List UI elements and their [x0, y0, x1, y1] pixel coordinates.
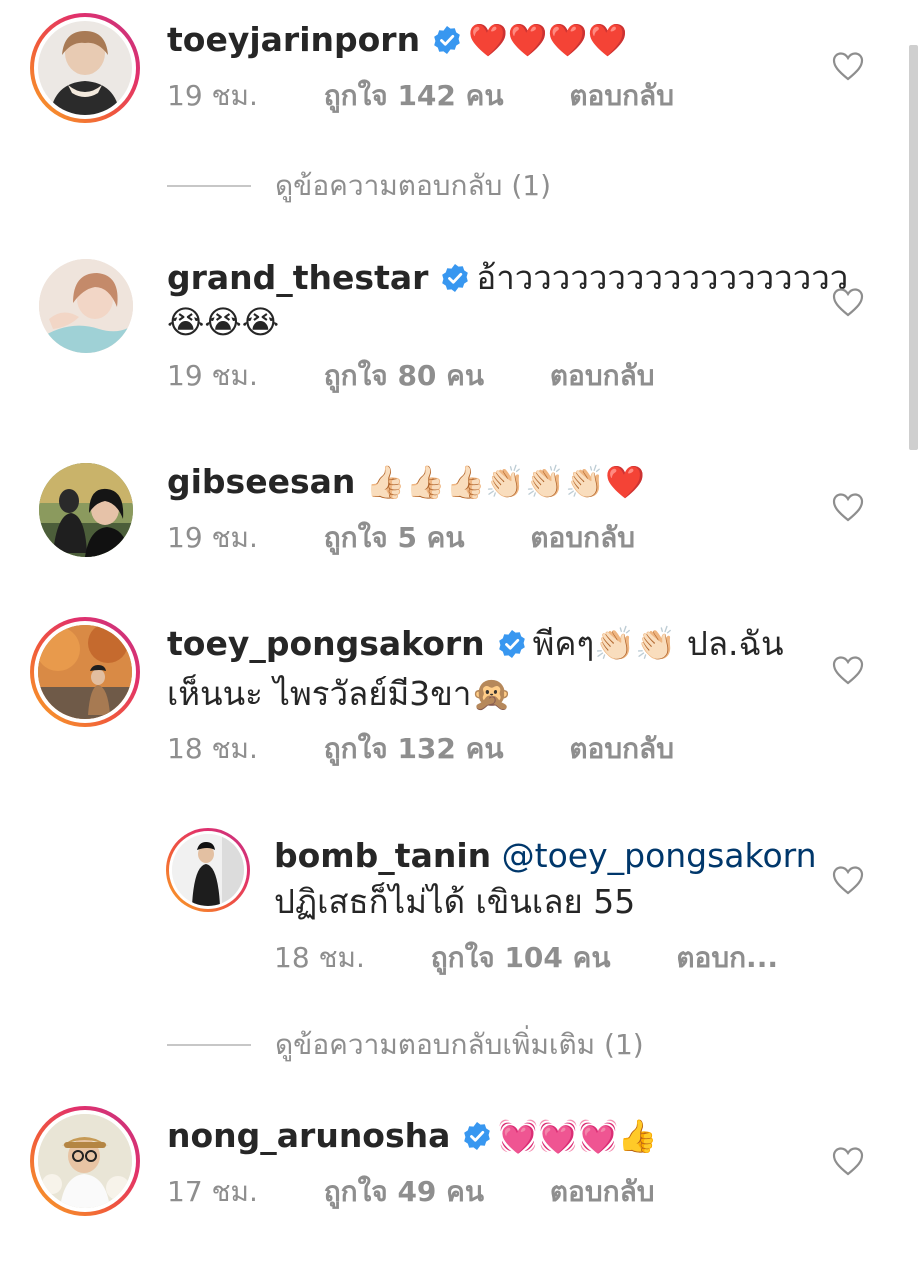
like-heart-icon[interactable] — [832, 492, 864, 522]
like-count[interactable]: ถูกใจ 132 คน — [324, 732, 504, 765]
like-count[interactable]: ถูกใจ 80 คน — [324, 359, 484, 392]
mention-link[interactable]: @toey_pongsakorn — [502, 836, 817, 875]
username[interactable]: nong_arunosha — [167, 1116, 450, 1155]
comment-text: อ้าวววววววววววววววววว — [476, 258, 849, 297]
username[interactable]: grand_thestar — [167, 258, 428, 297]
like-heart-icon[interactable] — [832, 1146, 864, 1176]
reply-button[interactable]: ตอบกลับ — [550, 1175, 655, 1208]
verified-badge-icon — [498, 630, 525, 658]
reply-button[interactable]: ตอบกลับ — [569, 732, 674, 765]
reply-button[interactable]: ตอบกลับ — [530, 521, 635, 554]
scrollbar[interactable] — [909, 45, 918, 450]
comment-time: 17 ชม. — [167, 1175, 258, 1208]
avatar[interactable] — [166, 828, 250, 912]
avatar[interactable] — [38, 462, 134, 558]
comment-text: ❤️❤️❤️❤️ — [468, 21, 628, 59]
comment-time: 19 ชม. — [167, 521, 258, 554]
comment-text: 👍🏻👍🏻👍🏻👏🏻👏🏻👏🏻❤️ — [365, 463, 645, 501]
like-count[interactable]: ถูกใจ 104 คน — [431, 941, 611, 974]
comment-time: 18 ชม. — [274, 941, 365, 974]
like-count[interactable]: ถูกใจ 5 คน — [324, 521, 465, 554]
view-replies-button[interactable]: ดูข้อความตอบกลับ (1) — [167, 168, 551, 204]
comment-time: 18 ชม. — [167, 732, 258, 765]
verified-badge-icon — [464, 1122, 491, 1150]
comment-time: 19 ชม. — [167, 359, 258, 392]
like-count[interactable]: ถูกใจ 49 คน — [324, 1175, 484, 1208]
username[interactable]: gibseesan — [167, 462, 355, 501]
comment-text: 💓💓💓👍 — [498, 1117, 658, 1155]
username[interactable]: bomb_tanin — [274, 836, 491, 875]
comment-time: 19 ชม. — [167, 79, 258, 112]
like-heart-icon[interactable] — [832, 51, 864, 81]
avatar[interactable] — [30, 1106, 140, 1216]
avatar[interactable] — [30, 617, 140, 727]
verified-badge-icon — [434, 26, 460, 54]
avatar[interactable] — [38, 258, 134, 354]
comment-text-line2: 😭😭😭 — [167, 303, 280, 341]
username[interactable]: toeyjarinporn — [167, 20, 420, 59]
view-more-replies-button[interactable]: ดูข้อความตอบกลับเพิ่มเติม (1) — [167, 1027, 644, 1063]
like-count[interactable]: ถูกใจ 142 คน — [324, 79, 504, 112]
like-heart-icon[interactable] — [832, 655, 864, 685]
comment-text: ปฏิเสธก็ไม่ได้ เขินเลย 55 — [274, 882, 636, 921]
comment-text-line2: เห็นนะ ไพรวัลย์มี3ขา🙊 — [167, 674, 513, 713]
reply-button[interactable]: ตอบกลับ — [550, 359, 655, 392]
comment-text: พีคๆ👏🏻👏🏻 ปล.ฉัน — [532, 624, 784, 663]
reply-button[interactable]: ตอบก... — [676, 941, 778, 974]
avatar[interactable] — [30, 13, 140, 123]
like-heart-icon[interactable] — [832, 287, 864, 317]
reply-button[interactable]: ตอบกลับ — [569, 79, 674, 112]
like-heart-icon[interactable] — [832, 865, 864, 895]
verified-badge-icon — [442, 264, 469, 292]
username[interactable]: toey_pongsakorn — [167, 624, 485, 663]
